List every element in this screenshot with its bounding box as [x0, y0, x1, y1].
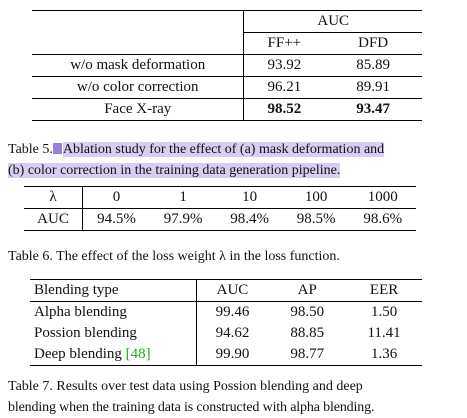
table-7: Blending type AUC AP EER Alpha blending … — [30, 279, 422, 366]
table5-header-auc: AUC — [243, 10, 422, 33]
table7-cell: 1.36 — [346, 344, 422, 366]
table5-col-dfd: DFD — [324, 32, 422, 55]
table7-cell: 94.62 — [215, 325, 250, 341]
table6-auc: 98.5% — [282, 208, 350, 231]
table6-lambda: 0 — [82, 186, 150, 209]
table6-auc-label: AUC — [24, 208, 83, 231]
table7-cell: 88.85 — [290, 325, 325, 341]
table7-row-name: Alpha blending — [30, 301, 197, 323]
table7-row-name-cell: Deep blending [48] — [30, 344, 197, 366]
table7-cell: 99.46 — [196, 301, 269, 323]
table7-cell: 98.77 — [268, 344, 347, 366]
table5-empty-corner — [32, 10, 245, 33]
table5-cell: 89.91 — [324, 76, 422, 99]
table6-lambda: 10 — [216, 186, 283, 209]
table6-auc: 94.5% — [82, 208, 150, 231]
table5-cell: 96.21 — [243, 76, 325, 99]
table7-caption-line1: Table 7. Results over test data using Po… — [8, 379, 363, 394]
table-5: AUC FF++ DFD w/o mask deformation 93.92 … — [32, 10, 422, 121]
table5-cell-best: 93.47 — [324, 98, 422, 121]
table5-cell: 93.92 — [243, 54, 325, 77]
table6-auc: 98.6% — [349, 208, 416, 231]
table6-lambda: 100 — [282, 186, 350, 209]
table7-row-name: Possion blending — [30, 323, 197, 344]
table7-cell: 11.41 — [367, 325, 401, 341]
table6-caption: Table 6. The effect of the loss weight λ… — [8, 249, 340, 264]
table5-cell: 85.89 — [324, 54, 422, 77]
table5-row-label: w/o color correction — [32, 76, 245, 99]
table5-row-label: Face X-ray — [32, 98, 245, 121]
table5-col-ff: FF++ — [243, 32, 325, 55]
citation-link[interactable]: [48] — [126, 346, 151, 362]
table6-auc: 97.9% — [149, 208, 217, 231]
table7-cell: 1.50 — [346, 301, 422, 323]
table7-header: EER — [346, 279, 422, 302]
table7-caption-line2: blending when the training data is const… — [8, 400, 375, 415]
table6-lambda: 1 — [149, 186, 217, 209]
table5-caption-line2[interactable]: (b) color correction in the training dat… — [8, 163, 341, 178]
table6-lambda-label: λ — [24, 186, 83, 209]
table5-cell-best: 98.52 — [243, 98, 325, 121]
comment-flag-icon[interactable] — [52, 143, 62, 154]
table6-auc: 98.4% — [216, 208, 283, 231]
table5-caption: Table 5. Ablation study for the effect of… — [8, 139, 460, 181]
table7-caption: Table 7. Results over test data using Po… — [8, 376, 460, 418]
table6-lambda: 1000 — [349, 186, 416, 209]
table-6: λ 0 1 10 100 1000 AUC 94.5% 97.9% 98.4% … — [24, 186, 416, 231]
table5-caption-prefix: Table 5. — [8, 142, 53, 157]
table7-header: Blending type — [30, 279, 197, 302]
table5-caption-line1[interactable]: Ablation study for the effect of (a) mas… — [62, 142, 385, 157]
table7-header: AP — [268, 279, 347, 302]
table5-row-label: w/o mask deformation — [32, 54, 245, 77]
table7-header: AUC — [196, 279, 269, 302]
table7-cell: 99.90 — [196, 344, 269, 366]
table7-cell: 98.50 — [268, 301, 347, 323]
table7-row-name: Deep blending — [34, 346, 122, 362]
